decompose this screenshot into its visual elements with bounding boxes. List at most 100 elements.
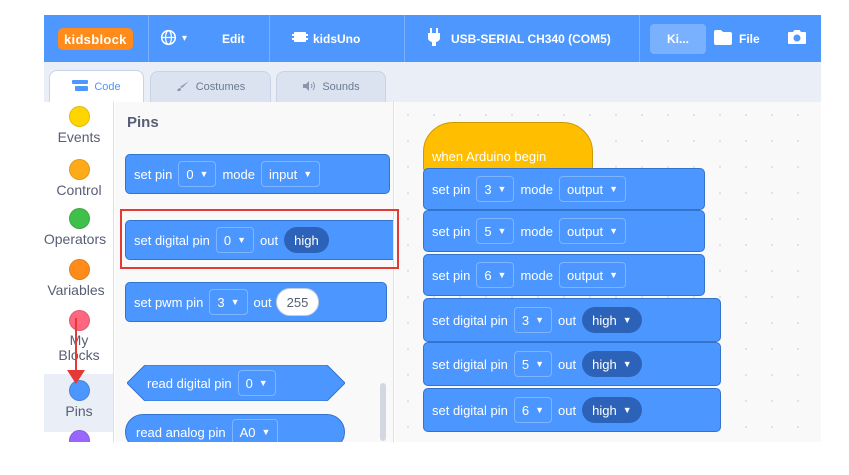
arrow-head-icon: [67, 370, 85, 384]
category-operators[interactable]: Operators: [44, 208, 113, 247]
operators-dot: [68, 208, 90, 229]
device-label: kidsUno: [313, 31, 361, 46]
brush-icon: [176, 80, 190, 95]
menu-separator: [639, 15, 640, 62]
project-title-button[interactable]: Ki...: [650, 24, 706, 54]
mode-dropdown[interactable]: output ▼: [559, 262, 627, 288]
menu-separator: [269, 15, 270, 62]
mode-dropdown[interactable]: input ▼: [261, 161, 321, 187]
chevron-down-icon: ▾: [182, 33, 188, 44]
script-block-set-digital-5[interactable]: set digital pin 5 ▼ out high ▼: [423, 342, 721, 386]
when-arduino-begin-hat[interactable]: when Arduino begin: [423, 122, 593, 172]
block-text: set digital pin: [432, 402, 508, 418]
category-variables[interactable]: Variables: [44, 259, 113, 298]
highlight-box: [120, 209, 399, 269]
speaker-icon: [302, 80, 316, 94]
editor-tabs: Code Costumes Sounds: [44, 62, 821, 102]
annotation-arrow: [75, 318, 77, 376]
block-text: set pin: [134, 166, 173, 182]
block-text: out: [253, 294, 272, 310]
events-dot: [68, 106, 90, 127]
file-menu[interactable]: File: [713, 15, 760, 62]
category-events[interactable]: Events: [44, 106, 113, 145]
level-dropdown[interactable]: high ▼: [582, 307, 642, 333]
level-dropdown[interactable]: high ▼: [582, 351, 642, 377]
plug-icon: [427, 28, 441, 49]
pwm-value-input[interactable]: 255: [275, 288, 320, 316]
script-block-set-digital-3[interactable]: set digital pin 3 ▼ out high ▼: [423, 298, 721, 342]
block-palette: Pins set pin 0 ▼ mode input ▼ set digital …: [115, 102, 394, 442]
pin-dropdown[interactable]: 6 ▼: [513, 397, 553, 423]
pin-dropdown[interactable]: 3 ▼: [209, 289, 248, 315]
block-text: read digital pin: [147, 375, 232, 391]
mode-dropdown[interactable]: output ▼: [559, 176, 627, 202]
category-my-blocks[interactable]: My Blocks: [44, 310, 113, 363]
script-block-set-pin-5[interactable]: set pin 5 ▼ mode output ▼: [423, 210, 705, 252]
menu-separator: [404, 15, 405, 62]
tab-code[interactable]: Code: [49, 70, 144, 102]
category-control[interactable]: Control: [44, 159, 113, 198]
menu-separator: [148, 15, 149, 62]
pin-dropdown[interactable]: 5 ▼: [513, 351, 553, 377]
palette-block-read-digital-pin[interactable]: read digital pin 0 ▼: [127, 365, 345, 401]
pin-dropdown[interactable]: 0 ▼: [178, 161, 217, 187]
camera-icon: [787, 29, 807, 48]
category-more[interactable]: [44, 430, 113, 442]
script-workspace[interactable]: when Arduino begin set pin 3 ▼ mode outpu…: [395, 102, 821, 442]
palette-block-set-pin[interactable]: set pin 0 ▼ mode input ▼: [125, 154, 390, 194]
file-label: File: [739, 31, 760, 46]
script-block-set-digital-6[interactable]: set digital pin 6 ▼ out high ▼: [423, 388, 721, 432]
block-text: out: [558, 356, 577, 372]
kidsblock-logo[interactable]: kidsblock: [58, 28, 133, 50]
menu-bar: kidsblock ▾ Edit kidsUno USB-SERIAL CH34…: [44, 15, 821, 62]
hat-label: when Arduino begin: [432, 149, 547, 164]
tab-costumes[interactable]: Costumes: [150, 71, 271, 102]
pin-dropdown[interactable]: 3 ▼: [513, 307, 553, 333]
block-text: set digital pin: [432, 356, 508, 372]
block-text: out: [558, 312, 577, 328]
block-text: mode: [520, 223, 553, 239]
edit-menu[interactable]: Edit: [222, 15, 245, 62]
category-label: Variables: [47, 282, 105, 298]
device-menu[interactable]: kidsUno: [292, 15, 360, 62]
pin-dropdown[interactable]: 6 ▼: [476, 262, 515, 288]
port-label: USB-SERIAL CH340 (COM5): [451, 31, 611, 46]
pin-dropdown[interactable]: 0 ▼: [237, 370, 276, 396]
board-icon: [292, 30, 308, 47]
block-text: read analog pin: [136, 424, 226, 440]
block-text: mode: [222, 166, 255, 182]
pin-dropdown[interactable]: 5 ▼: [476, 218, 515, 244]
block-text: set pin: [432, 223, 471, 239]
mode-dropdown[interactable]: output ▼: [559, 218, 627, 244]
control-dot: [68, 159, 90, 180]
palette-block-set-pwm-pin[interactable]: set pwm pin 3 ▼ out 255: [125, 282, 387, 322]
level-dropdown[interactable]: high ▼: [582, 397, 642, 423]
code-icon: [72, 79, 89, 94]
block-text: set digital pin: [432, 312, 508, 328]
port-menu[interactable]: USB-SERIAL CH340 (COM5): [427, 15, 611, 62]
my-blocks-dot: [68, 310, 90, 331]
folder-icon: [713, 29, 733, 49]
block-text: out: [558, 402, 577, 418]
screenshot-button[interactable]: [787, 15, 807, 62]
language-menu[interactable]: ▾: [160, 15, 187, 62]
category-label: Operators: [44, 231, 107, 247]
category-label: Pins: [65, 403, 93, 419]
tab-sounds[interactable]: Sounds: [276, 71, 386, 102]
palette-block-read-analog-pin[interactable]: read analog pin A0 ▼: [125, 414, 345, 442]
block-text: set pwm pin: [134, 294, 204, 310]
category-menu: Events Control Operators Variables My Bl…: [44, 102, 114, 442]
globe-icon: [160, 29, 177, 49]
category-label: My Blocks: [58, 332, 100, 363]
script-block-set-pin-3[interactable]: set pin 3 ▼ mode output ▼: [423, 168, 705, 210]
tab-sounds-label: Sounds: [322, 81, 360, 93]
script-block-set-pin-6[interactable]: set pin 6 ▼ mode output ▼: [423, 254, 705, 296]
palette-scrollbar[interactable]: [380, 383, 386, 441]
block-text: mode: [520, 181, 553, 197]
block-text: mode: [520, 267, 553, 283]
category-label: Events: [57, 129, 101, 145]
pin-dropdown[interactable]: 3 ▼: [476, 176, 515, 202]
pin-dropdown[interactable]: A0 ▼: [231, 419, 279, 442]
variables-dot: [68, 259, 90, 280]
palette-title: Pins: [127, 114, 159, 131]
